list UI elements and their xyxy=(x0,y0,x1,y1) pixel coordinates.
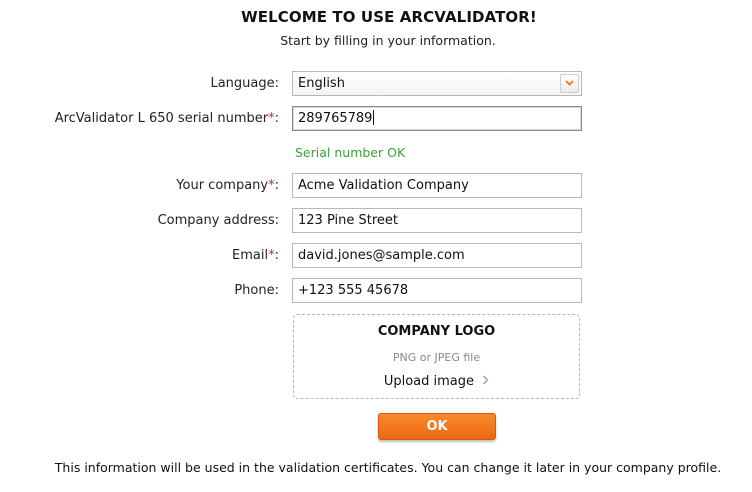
footer-note: This information will be used in the val… xyxy=(54,460,722,475)
company-logo-hint: PNG or JPEG file xyxy=(392,351,481,364)
phone-input[interactable]: +123 555 45678 xyxy=(292,278,582,303)
page-subtitle: Start by filling in your information. xyxy=(280,33,496,48)
ok-button[interactable]: OK xyxy=(378,413,496,440)
serial-number-value: 289765789 xyxy=(298,111,373,126)
page-title: WELCOME TO USE ARCVALIDATOR! xyxy=(241,8,537,26)
company-logo-dropzone[interactable]: COMPANY LOGO PNG or JPEG file Upload ima… xyxy=(293,314,580,399)
company-input[interactable]: Acme Validation Company xyxy=(292,173,582,198)
language-label: Language: xyxy=(210,76,279,91)
company-logo-title: COMPANY LOGO xyxy=(377,324,496,339)
upload-image-label: Upload image xyxy=(383,374,475,389)
serial-status-message: Serial number OK xyxy=(295,145,406,160)
serial-number-label: ArcValidator L 650 serial number*: xyxy=(54,111,279,126)
email-input[interactable]: david.jones@sample.com xyxy=(292,243,582,268)
email-value: david.jones@sample.com xyxy=(298,248,465,263)
company-address-value: 123 Pine Street xyxy=(298,213,398,228)
upload-image-link[interactable]: Upload image xyxy=(294,374,579,389)
phone-value: +123 555 45678 xyxy=(298,283,409,298)
company-address-label: Company address: xyxy=(157,213,279,228)
company-address-input[interactable]: 123 Pine Street xyxy=(292,208,582,233)
serial-number-input[interactable]: 289765789 xyxy=(292,106,582,131)
select-dropdown-button[interactable] xyxy=(560,74,579,93)
company-value: Acme Validation Company xyxy=(298,178,469,193)
language-value: English xyxy=(298,76,345,91)
phone-label: Phone: xyxy=(234,283,279,298)
email-label: Email*: xyxy=(232,248,279,263)
chevron-right-icon xyxy=(483,375,489,385)
chevron-down-icon xyxy=(565,80,574,86)
text-cursor xyxy=(373,110,375,125)
language-select[interactable]: English xyxy=(292,71,582,96)
company-label: Your company*: xyxy=(176,178,279,193)
